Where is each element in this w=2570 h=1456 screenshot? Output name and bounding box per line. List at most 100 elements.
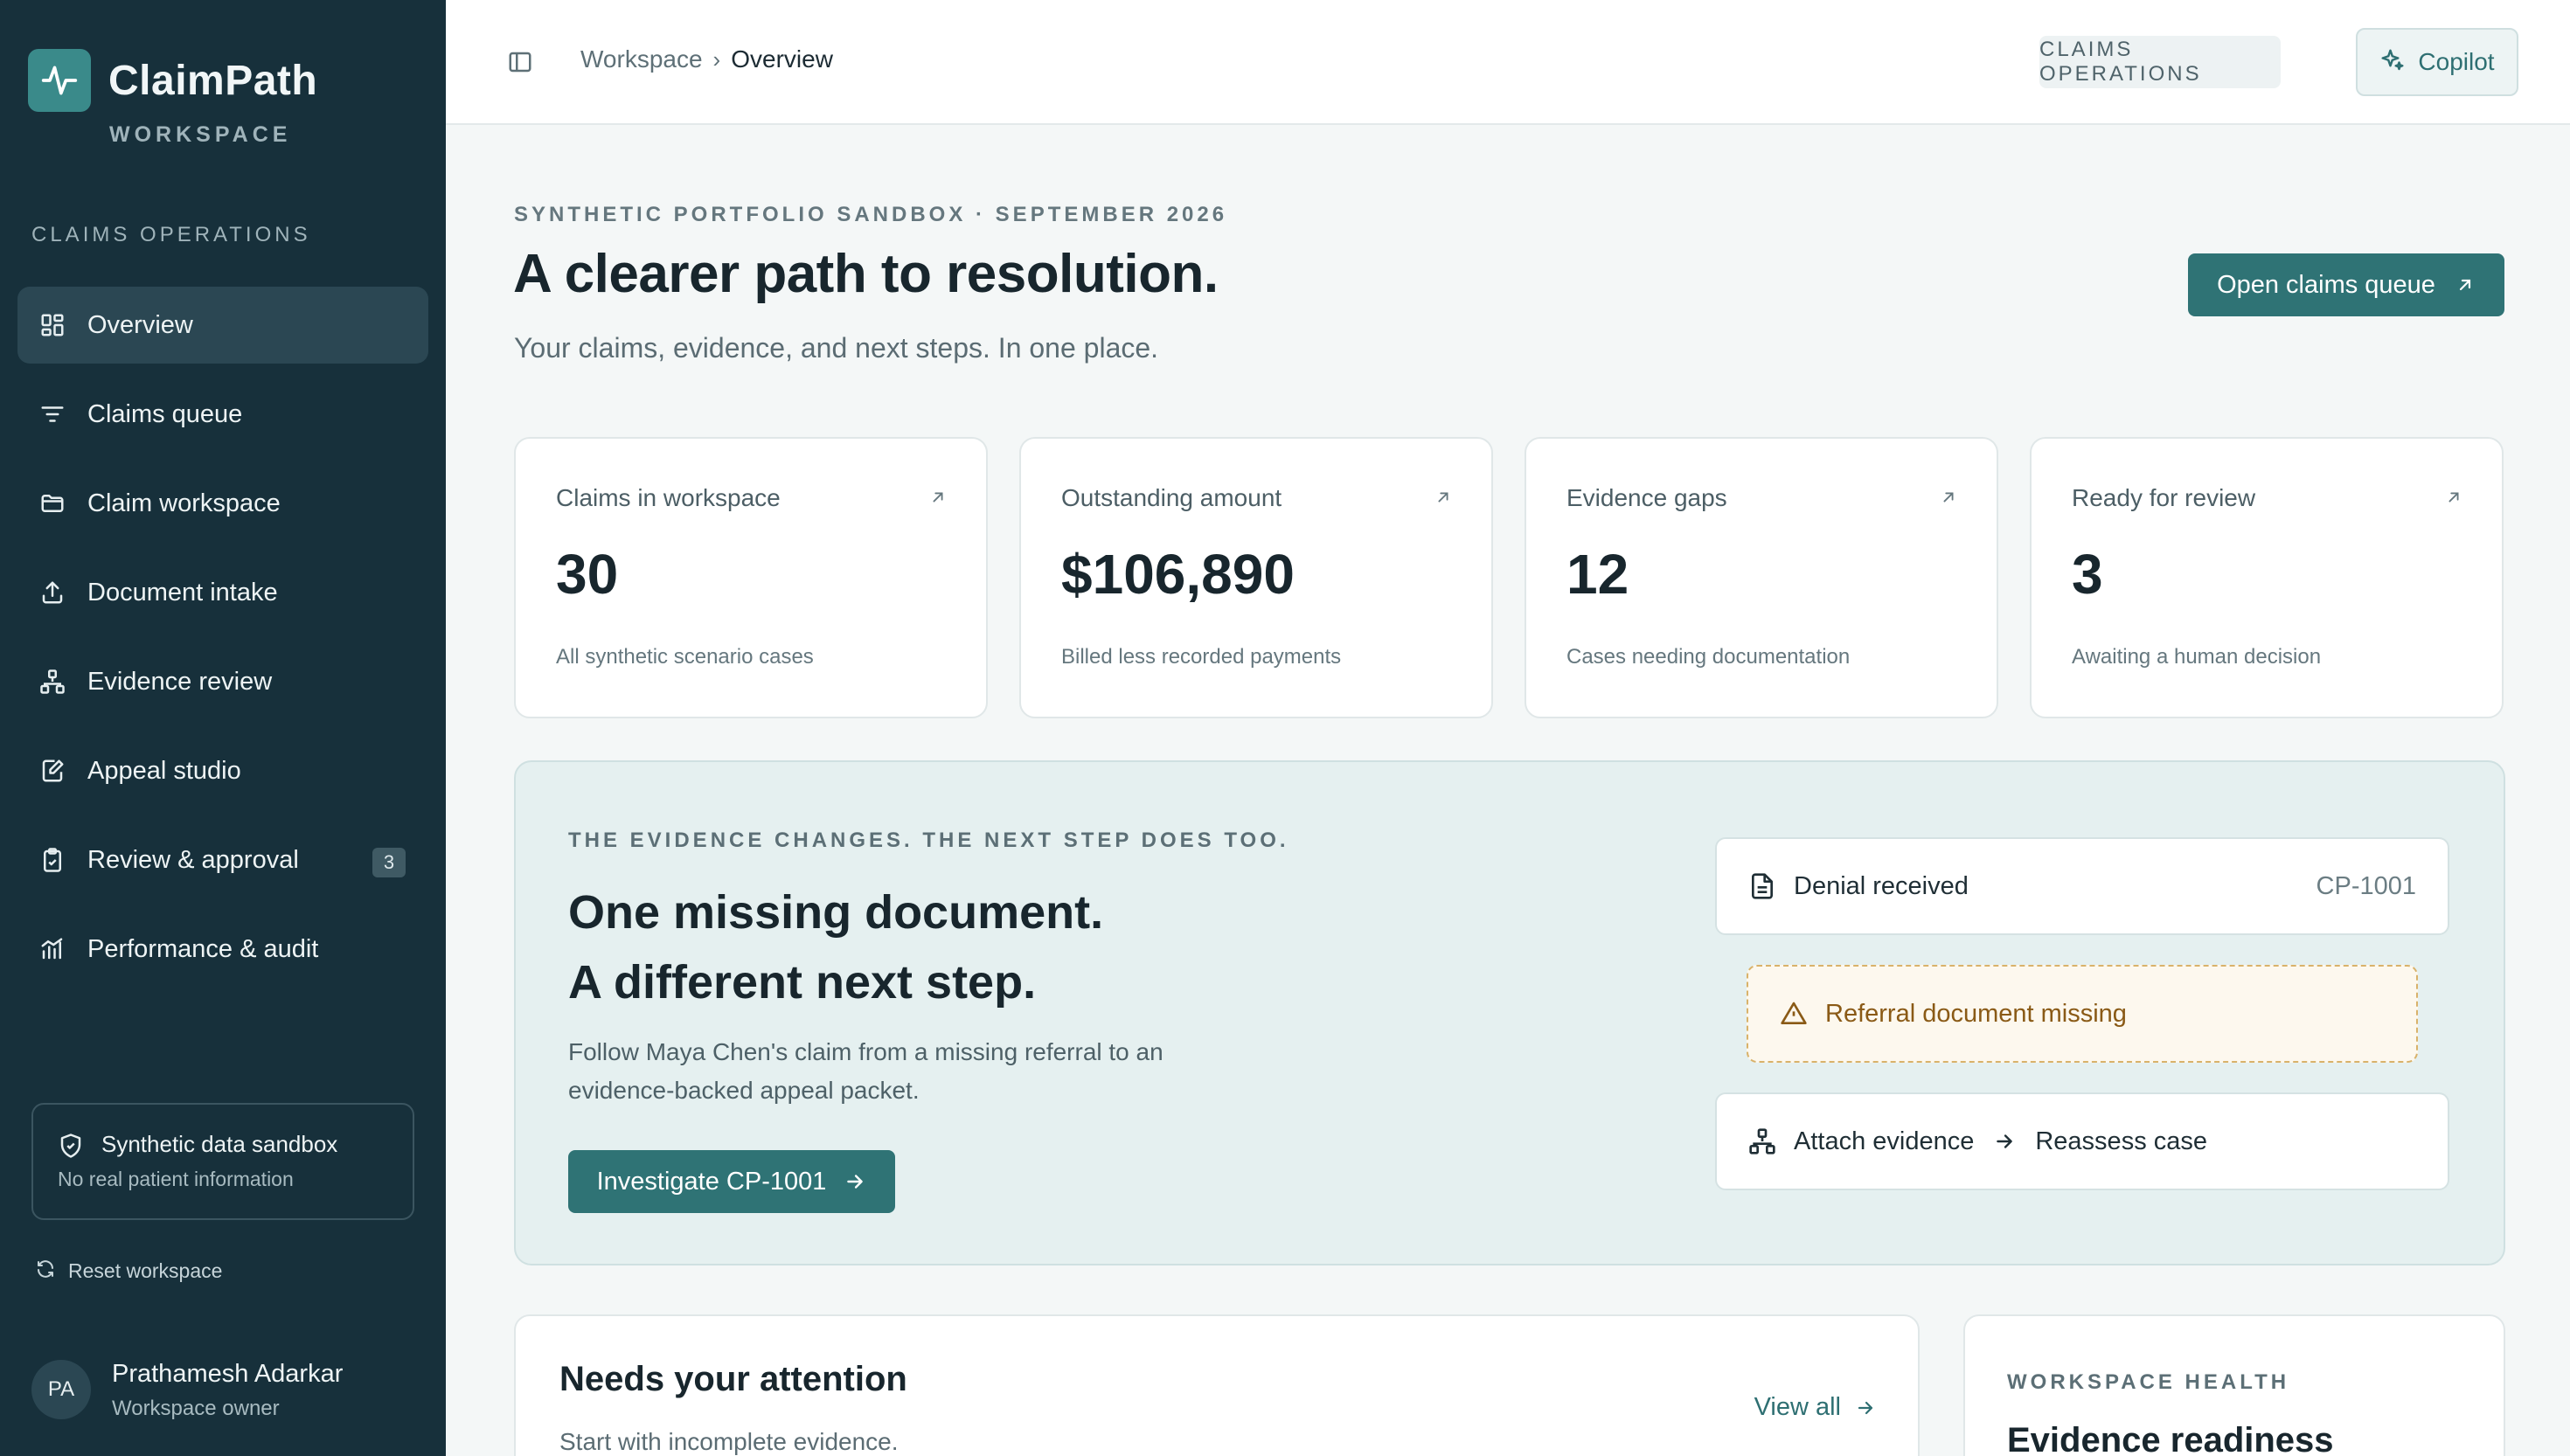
folder-icon	[38, 489, 66, 517]
copilot-button[interactable]: Copilot	[2356, 28, 2518, 96]
arrow-right-icon	[844, 1170, 866, 1193]
flow-step-next: Attach evidence Reassess case	[1715, 1092, 2449, 1190]
button-label: Open claims queue	[2217, 270, 2435, 299]
stat-label: Evidence gaps	[1566, 484, 1727, 511]
edit-document-icon	[38, 757, 66, 785]
warning-triangle-icon	[1780, 1000, 1808, 1028]
breadcrumb: Workspace › Overview	[580, 45, 833, 73]
sidebar-item-label: Overview	[87, 310, 193, 339]
page-title: A clearer path to resolution.	[513, 244, 1219, 304]
pulse-logo-icon	[28, 49, 91, 112]
stat-note: Awaiting a human decision	[2072, 645, 2322, 669]
sidebar-item-label: Evidence review	[87, 667, 273, 696]
sidebar-item-label: Appeal studio	[87, 756, 241, 785]
stat-card-claims[interactable]: Claims in workspace 30 All synthetic sce…	[514, 437, 988, 718]
nav-section-label: CLAIMS OPERATIONS	[31, 223, 311, 246]
attach-evidence-label: Attach evidence	[1794, 1127, 1975, 1155]
network-icon	[38, 668, 66, 696]
sandbox-notice: Synthetic data sandbox No real patient i…	[31, 1103, 414, 1220]
review-count-badge: 3	[372, 848, 406, 877]
arrow-right-icon	[1993, 1130, 2016, 1153]
panel-title-line-1: One missing document.	[568, 886, 1104, 939]
attention-title: Needs your attention	[559, 1360, 907, 1398]
arrow-right-icon	[1855, 1397, 1876, 1418]
sidebar-item-document-intake[interactable]: Document intake	[17, 554, 428, 631]
stat-note: Cases needing documentation	[1566, 645, 1851, 669]
sidebar-item-overview[interactable]: Overview	[17, 287, 428, 364]
stat-note: Billed less recorded payments	[1061, 645, 1342, 669]
stat-value: 12	[1566, 543, 1629, 606]
warning-label: Referral document missing	[1825, 999, 2127, 1028]
evidence-story-panel: THE EVIDENCE CHANGES. THE NEXT STEP DOES…	[514, 760, 2505, 1265]
shield-check-icon	[58, 1133, 84, 1163]
workspace-health-card: WORKSPACE HEALTH Evidence readiness	[1963, 1314, 2505, 1456]
claim-id: CP-1001	[2316, 871, 2416, 900]
sidebar-item-claims-queue[interactable]: Claims queue	[17, 376, 428, 453]
brand-subtitle: WORKSPACE	[109, 122, 292, 147]
page-subtitle: Your claims, evidence, and next steps. I…	[514, 332, 1159, 364]
panel-title-line-2: A different next step.	[568, 956, 1037, 1009]
copilot-label: Copilot	[2418, 48, 2495, 75]
sidebar-item-label: Review & approval	[87, 845, 299, 874]
breadcrumb-workspace[interactable]: Workspace	[580, 45, 703, 73]
reset-label: Reset workspace	[68, 1259, 223, 1282]
sidebar-item-review-approval[interactable]: Review & approval 3	[17, 822, 428, 898]
avatar: PA	[31, 1360, 91, 1419]
user-name: Prathamesh Adarkar	[112, 1360, 344, 1388]
stat-card-outstanding[interactable]: Outstanding amount $106,890 Billed less …	[1019, 437, 1493, 718]
refresh-icon	[35, 1258, 56, 1284]
sidebar-item-label: Claim workspace	[87, 489, 281, 517]
document-icon	[1748, 872, 1776, 900]
view-all-label: View all	[1754, 1393, 1841, 1421]
top-header: Workspace › Overview CLAIMS OPERATIONS C…	[446, 0, 2570, 125]
clipboard-check-icon	[38, 846, 66, 874]
reset-workspace-button[interactable]: Reset workspace	[35, 1258, 222, 1284]
sparkle-icon	[2379, 47, 2406, 78]
user-profile[interactable]: PA Prathamesh Adarkar Workspace owner	[31, 1360, 343, 1420]
claims-operations-chip: CLAIMS OPERATIONS	[2039, 36, 2281, 88]
stat-value: 30	[556, 543, 619, 606]
brand-name: ClaimPath	[108, 57, 318, 104]
network-icon	[1748, 1127, 1776, 1155]
breadcrumb-current: Overview	[731, 45, 833, 73]
hero-eyebrow: SYNTHETIC PORTFOLIO SANDBOX · SEPTEMBER …	[514, 203, 1228, 226]
open-claims-queue-button[interactable]: Open claims queue	[2188, 253, 2504, 316]
sidebar-toggle-icon[interactable]	[507, 49, 533, 80]
user-role: Workspace owner	[112, 1397, 280, 1420]
sidebar-item-appeal-studio[interactable]: Appeal studio	[17, 732, 428, 809]
needs-attention-card: Needs your attention Start with incomple…	[514, 1314, 1920, 1456]
grid-icon	[38, 311, 66, 339]
sidebar-item-performance-audit[interactable]: Performance & audit	[17, 911, 428, 988]
button-label: Investigate CP-1001	[596, 1167, 827, 1196]
arrow-up-right-icon	[1434, 488, 1453, 511]
sidebar-item-evidence-review[interactable]: Evidence review	[17, 643, 428, 720]
attention-subtitle: Start with incomplete evidence.	[559, 1428, 899, 1455]
arrow-up-right-icon	[1939, 488, 1958, 511]
stat-card-ready-review[interactable]: Ready for review 3 Awaiting a human deci…	[2030, 437, 2504, 718]
sandbox-subtitle: No real patient information	[58, 1168, 294, 1190]
sidebar-item-claim-workspace[interactable]: Claim workspace	[17, 465, 428, 542]
filter-lines-icon	[38, 400, 66, 428]
arrow-up-right-icon	[2444, 488, 2463, 511]
brand[interactable]: ClaimPath	[28, 49, 317, 112]
stat-card-evidence-gaps[interactable]: Evidence gaps 12 Cases needing documenta…	[1525, 437, 1998, 718]
health-eyebrow: WORKSPACE HEALTH	[2007, 1370, 2290, 1394]
chart-icon	[38, 935, 66, 963]
reassess-case-label: Reassess case	[2035, 1127, 2208, 1155]
sidebar-item-label: Claims queue	[87, 399, 243, 428]
sandbox-title: Synthetic data sandbox	[101, 1131, 338, 1157]
sidebar-nav: Overview Claims queue Claim workspace Do…	[17, 287, 428, 1000]
flow-step-denial: Denial received CP-1001	[1715, 837, 2449, 935]
panel-title: One missing document. A different next s…	[568, 877, 1103, 1017]
sidebar: ClaimPath WORKSPACE CLAIMS OPERATIONS Ov…	[0, 0, 446, 1456]
stat-value: 3	[2072, 543, 2103, 606]
stat-label: Ready for review	[2072, 484, 2256, 511]
sidebar-item-label: Performance & audit	[87, 934, 319, 963]
stat-note: All synthetic scenario cases	[556, 645, 814, 669]
sidebar-item-label: Document intake	[87, 578, 278, 607]
investigate-claim-button[interactable]: Investigate CP-1001	[568, 1150, 895, 1213]
view-all-link[interactable]: View all	[1754, 1393, 1876, 1422]
stat-label: Claims in workspace	[556, 484, 781, 511]
panel-description: Follow Maya Chen's claim from a missing …	[568, 1038, 1163, 1104]
arrow-up-right-icon	[928, 488, 948, 511]
